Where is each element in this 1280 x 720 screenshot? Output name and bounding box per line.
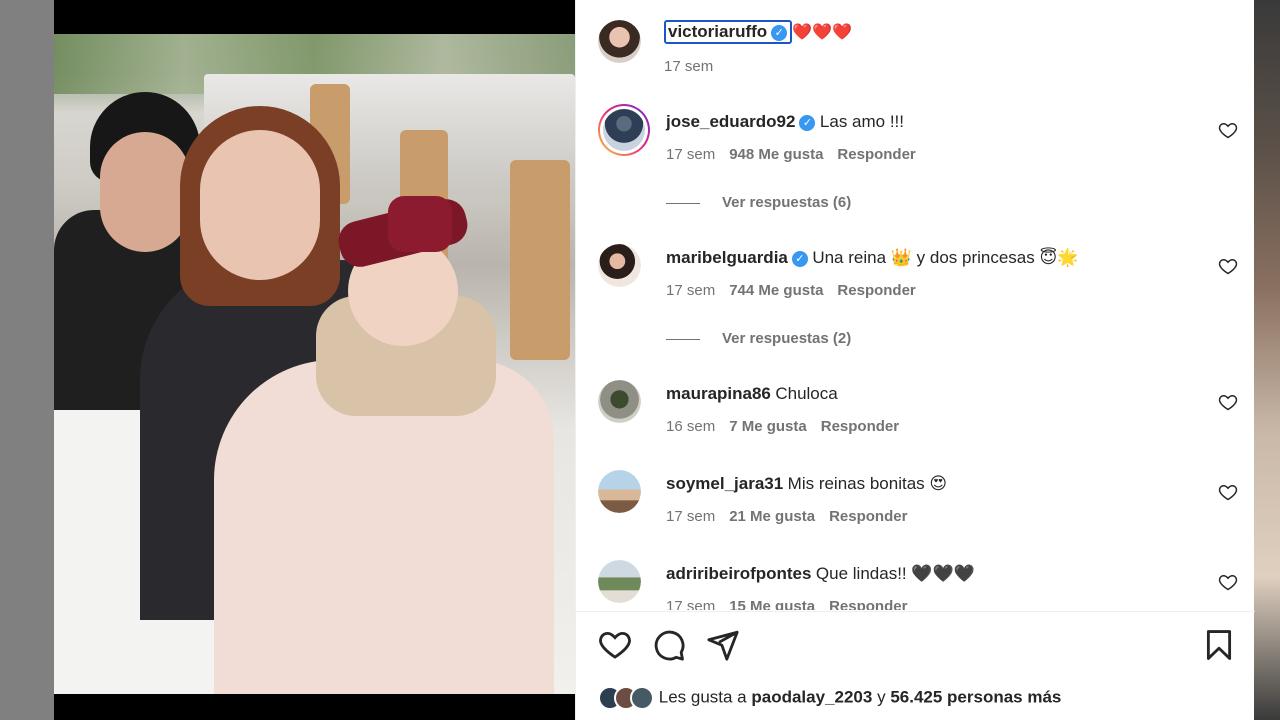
heart-outline-icon[interactable] <box>1218 392 1238 412</box>
caption-line: victoriaruffo ✓ ❤️❤️❤️ <box>664 20 852 44</box>
commenter-avatar-image <box>598 380 641 423</box>
comment-time[interactable]: 17 sem <box>666 146 715 163</box>
heart-outline-icon[interactable] <box>598 628 632 662</box>
comment-meta: 17 sem 15 Me gusta Responder <box>666 598 907 610</box>
post-action-bar <box>598 628 1238 668</box>
replies-dash <box>666 338 700 340</box>
reply-button[interactable]: Responder <box>829 598 907 610</box>
comment-meta: 17 sem 21 Me gusta Responder <box>666 508 907 525</box>
comment-time[interactable]: 17 sem <box>666 598 715 610</box>
reply-button[interactable]: Responder <box>829 508 907 525</box>
comment-like-count[interactable]: 7 Me gusta <box>729 418 807 435</box>
comment-text: Una reina 👑 y dos princesas 😇🌟 <box>812 248 1079 267</box>
comment-body: maribelguardia ✓ Una reina 👑 y dos prince… <box>666 248 1078 268</box>
bookmark-icon[interactable] <box>1202 628 1236 662</box>
caption-text: ❤️❤️❤️ <box>792 24 852 41</box>
commenter-avatar[interactable] <box>598 560 641 603</box>
author-avatar-image <box>598 20 641 63</box>
comment-meta: 17 sem 948 Me gusta Responder <box>666 146 916 163</box>
author-avatar[interactable] <box>598 20 641 63</box>
caption-time[interactable]: 17 sem <box>664 58 713 75</box>
heart-outline-icon[interactable] <box>1218 572 1238 592</box>
post-modal: victoriaruffo ✓ ❤️❤️❤️ 17 sem jose_eduardo… <box>54 0 1255 720</box>
reply-button[interactable]: Responder <box>837 146 915 163</box>
commenter-avatar[interactable] <box>598 104 650 156</box>
comment-username[interactable]: soymel_jara31 <box>666 474 783 493</box>
comment-username[interactable]: maribelguardia <box>666 248 788 267</box>
comment-body: jose_eduardo92 ✓ Las amo !!! <box>666 112 904 132</box>
likes-conjunction: y <box>877 687 886 707</box>
replies-dash <box>666 202 700 204</box>
comment-meta: 17 sem 744 Me gusta Responder <box>666 282 916 299</box>
photo-person-left-face <box>100 132 190 252</box>
next-post-peek[interactable] <box>1254 0 1280 720</box>
comments-panel: victoriaruffo ✓ ❤️❤️❤️ 17 sem jose_eduardo… <box>575 0 1255 720</box>
commenter-avatar-image <box>598 560 641 603</box>
comment-like-count[interactable]: 15 Me gusta <box>729 598 815 610</box>
comment-meta: 16 sem 7 Me gusta Responder <box>666 418 899 435</box>
comment-item: adriribeirofpontes Que lindas!! 🖤🖤🖤 17 s… <box>598 560 1238 610</box>
comment-text: Chuloca <box>775 384 838 403</box>
comment-text: Que lindas!! 🖤🖤🖤 <box>815 564 975 583</box>
liker-username[interactable]: paodalay_2203 <box>751 687 872 706</box>
comment-like-count[interactable]: 744 Me gusta <box>729 282 823 299</box>
view-replies-label: Ver respuestas (6) <box>722 194 852 211</box>
heart-outline-icon[interactable] <box>1218 120 1238 140</box>
comment-bubble-icon[interactable] <box>652 628 686 662</box>
reply-button[interactable]: Responder <box>821 418 899 435</box>
photo-chair <box>510 160 570 360</box>
comment-time[interactable]: 16 sem <box>666 418 715 435</box>
actions-divider <box>576 611 1255 612</box>
verified-badge-icon: ✓ <box>771 25 788 41</box>
commenter-avatar[interactable] <box>598 244 641 287</box>
photo-baby-bow-knot <box>388 196 452 252</box>
comment-body: maurapina86 Chuloca <box>666 384 838 404</box>
verified-badge-icon: ✓ <box>791 251 808 267</box>
comment-text: Las amo !!! <box>819 112 905 131</box>
commenter-avatar-image <box>603 109 645 151</box>
comment-username[interactable]: adriribeirofpontes <box>666 564 811 583</box>
post-photo[interactable] <box>54 0 575 720</box>
comment-username[interactable]: maurapina86 <box>666 384 771 403</box>
comment-time[interactable]: 17 sem <box>666 282 715 299</box>
photo-person-center-face <box>200 130 320 280</box>
comment-body: soymel_jara31 Mis reinas bonitas 😍 <box>666 474 947 494</box>
commenter-avatar-image <box>598 244 641 287</box>
comment-time[interactable]: 17 sem <box>666 508 715 525</box>
comment-username[interactable]: jose_eduardo92 <box>666 112 795 131</box>
likes-count-link[interactable]: 56.425 personas más <box>890 687 1061 706</box>
view-replies-button[interactable]: Ver respuestas (2) <box>666 330 851 347</box>
comment-like-count[interactable]: 948 Me gusta <box>729 146 823 163</box>
commenter-avatar-image <box>598 470 641 513</box>
author-username-link[interactable]: victoriaruffo ✓ <box>664 20 793 44</box>
likes-prefix: Les gusta a <box>658 687 747 707</box>
view-replies-button[interactable]: Ver respuestas (6) <box>666 194 851 211</box>
commenter-avatar[interactable] <box>598 470 641 513</box>
heart-outline-icon[interactable] <box>1218 256 1238 276</box>
comment-text: Mis reinas bonitas 😍 <box>787 474 948 493</box>
comment-body: adriribeirofpontes Que lindas!! 🖤🖤🖤 <box>666 564 975 584</box>
paper-plane-icon[interactable] <box>706 628 740 662</box>
likes-summary: Les gusta a paodalay_2203 y 56.425 perso… <box>598 686 1061 710</box>
heart-outline-icon[interactable] <box>1218 482 1238 502</box>
post-caption: victoriaruffo ✓ ❤️❤️❤️ 17 sem <box>598 18 1238 88</box>
liker-avatar[interactable] <box>630 686 654 710</box>
author-username[interactable]: victoriaruffo <box>668 22 767 41</box>
commenter-avatar[interactable] <box>598 380 641 423</box>
comment-like-count[interactable]: 21 Me gusta <box>729 508 815 525</box>
verified-badge-icon: ✓ <box>799 115 816 131</box>
view-replies-label: Ver respuestas (2) <box>722 330 852 347</box>
reply-button[interactable]: Responder <box>837 282 915 299</box>
